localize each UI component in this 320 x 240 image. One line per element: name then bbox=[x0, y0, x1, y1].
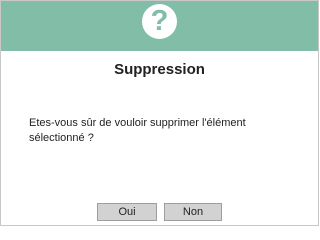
dialog-title: Suppression bbox=[114, 61, 205, 78]
dialog-message: Etes-vous sûr de vouloir supprimer l'élé… bbox=[29, 117, 246, 144]
no-button[interactable]: Non bbox=[164, 203, 222, 221]
delete-confirmation-dialog: ? Suppression Etes-vous sûr de vouloir s… bbox=[0, 0, 319, 226]
dialog-header: ? bbox=[1, 1, 318, 51]
question-mark-icon: ? bbox=[142, 4, 177, 39]
yes-button[interactable]: Oui bbox=[97, 203, 157, 221]
